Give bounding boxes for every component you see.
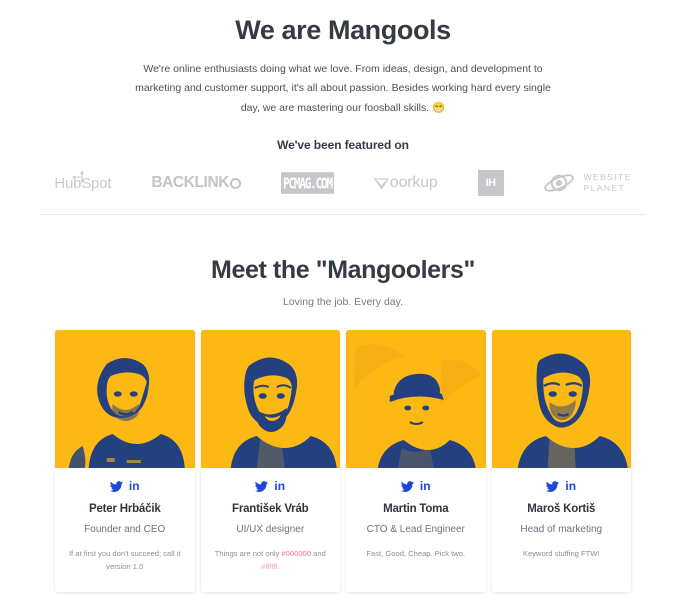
website-planet-line2: PLANET [583, 183, 626, 194]
member-socials: in [64, 479, 186, 493]
linkedin-icon[interactable]: in [565, 480, 576, 492]
page-title: We are Mangools [235, 15, 451, 45]
planet-icon [543, 174, 574, 192]
member-photo [346, 330, 486, 469]
member-info: in Maroš Kortiš Head of marketing Keywor… [492, 468, 632, 560]
hero-description-text: We're online enthusiasts doing what we l… [135, 62, 551, 114]
team-subtitle: Loving the job. Every day. [282, 296, 404, 309]
member-photo-duotone [346, 330, 486, 469]
pcmag-logo-label: PCMAG.COM [281, 172, 334, 194]
grin-emoji: 😁 [432, 101, 446, 114]
backlinko-logo-label: BACKLINK [151, 174, 230, 192]
woorkup-logo-label: oorkup [389, 174, 438, 192]
member-name: Martin Toma [383, 503, 449, 516]
backlinko-circle-icon [230, 177, 242, 189]
member-role: UI/UX designer [236, 524, 305, 536]
member-quote-mid: and [311, 549, 326, 559]
member-info: in Peter Hrbáčik Founder and CEO If at f… [55, 468, 195, 574]
pcmag-logo[interactable]: PCMAG.COM [281, 170, 334, 196]
member-info: in Martin Toma CTO & Lead Engineer Fast,… [346, 468, 486, 560]
member-quote: If at first you don't succeed; call it v… [68, 549, 181, 572]
team-card[interactable]: in Martin Toma CTO & Lead Engineer Fast,… [346, 330, 486, 592]
member-name: František Vráb [232, 503, 309, 516]
team-card[interactable]: in František Vráb UI/UX designer Things … [200, 330, 341, 592]
hero-description: We're online enthusiasts doing what we l… [128, 60, 558, 118]
member-role: Head of marketing [520, 524, 603, 536]
hubspot-sprocket-icon [73, 170, 84, 182]
backlinko-logo[interactable]: BACKLINK [151, 170, 242, 196]
member-quote-pre: Things are not only [214, 549, 282, 559]
section-divider [40, 214, 646, 215]
member-quote: Things are not only #000000 and #ffffff. [210, 547, 332, 574]
linkedin-icon[interactable]: in [420, 480, 431, 492]
team-card[interactable]: in Peter Hrbáčik Founder and CEO If at f… [55, 330, 195, 592]
member-photo [491, 330, 631, 469]
member-role: CTO & Lead Engineer [366, 524, 465, 536]
team-card-list: in Peter Hrbáčik Founder and CEO If at f… [0, 330, 686, 592]
linkedin-icon[interactable]: in [129, 480, 140, 492]
team-section: Meet the "Mangoolers" Loving the job. Ev… [0, 256, 686, 592]
indiehackers-logo[interactable]: IH [477, 170, 504, 197]
indiehackers-logo-label: IH [477, 170, 504, 197]
featured-title: We've been featured on [277, 138, 409, 153]
member-socials: in [355, 479, 477, 493]
member-photo [55, 330, 195, 469]
member-quote: Fast, Good, Cheap. Pick two. [366, 549, 466, 559]
website-planet-logo[interactable]: WEBSITE PLANET [543, 170, 632, 196]
team-title: Meet the "Mangoolers" [211, 256, 475, 285]
website-planet-line1: WEBSITE [583, 171, 632, 182]
woorkup-w-icon [373, 177, 389, 189]
woorkup-logo[interactable]: oorkup [373, 170, 438, 196]
member-photo-duotone [55, 330, 195, 469]
hero-section: We are Mangools We're online enthusiasts… [0, 0, 686, 118]
featured-logo-list: HubSpot BACKLINK PCMAG.COM oorkup IH WEB… [0, 170, 686, 197]
member-photo-duotone [491, 330, 631, 469]
member-name: Peter Hrbáčik [88, 503, 161, 516]
member-quote-hex-2: #ffffff. [261, 562, 280, 572]
member-role: Founder and CEO [84, 524, 166, 536]
member-photo [200, 330, 340, 469]
twitter-icon[interactable] [546, 480, 560, 492]
twitter-icon[interactable] [400, 480, 414, 492]
twitter-icon[interactable] [255, 480, 269, 492]
team-card[interactable]: in Maroš Kortiš Head of marketing Keywor… [491, 330, 632, 592]
member-photo-duotone [200, 330, 340, 469]
hubspot-logo[interactable]: HubSpot [54, 170, 112, 196]
member-quote: Keyword stuffing FTW! [522, 549, 600, 559]
page-root: We are Mangools We're online enthusiasts… [0, 0, 686, 611]
member-info: in František Vráb UI/UX designer Things … [201, 468, 341, 574]
linkedin-icon[interactable]: in [274, 480, 285, 492]
twitter-icon[interactable] [109, 480, 123, 492]
member-socials: in [210, 479, 332, 493]
member-socials: in [501, 479, 623, 493]
member-quote-hex-1: #000000 [281, 549, 311, 559]
member-name: Maroš Kortiš [527, 503, 596, 516]
featured-section: We've been featured on HubSpot BACKLINK … [0, 138, 686, 197]
